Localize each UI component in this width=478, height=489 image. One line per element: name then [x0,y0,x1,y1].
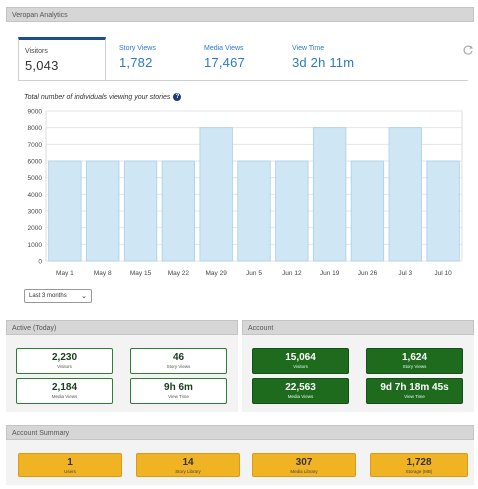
account-visitors-stat: 15,064 Visitors [252,348,349,374]
x-tick-label: Jun 12 [282,270,302,277]
tab-label: Media Views [204,45,244,52]
question-circle-icon[interactable]: ? [173,93,182,101]
stat-value: 22,563 [285,382,316,393]
bar [426,160,460,262]
tab-label: Visitors [25,48,48,55]
tab-media-views[interactable]: Media Views 17,467 [198,37,283,81]
stat-label: Story Views [402,364,427,369]
x-tick-label: Jul 10 [434,270,452,277]
tab-value: 3d 2h 11m [292,55,355,70]
active-story-views-stat: 46 Story Views [130,348,227,374]
bar [350,160,385,262]
chart-caption-text: Total number of individuals viewing your… [24,93,171,101]
x-tick-label: May 15 [130,270,152,277]
bar [275,160,309,262]
summary-story-library-stat: 14 Story Library [136,453,240,477]
active-today-panel: Active (Today) 2,230 Visitors 46 Story V… [6,320,238,412]
stat-label: View Time [404,394,425,399]
account-media-views-stat: 22,563 Media Views [252,378,349,404]
y-tick-label: 7000 [28,142,43,149]
stat-value: 2,230 [51,352,78,363]
refresh-icon[interactable] [462,43,474,55]
bar [48,160,82,262]
x-tick-label: Jun 26 [358,270,378,277]
tab-value: 5,043 [25,58,59,73]
analytics-panel: Veropan Analytics Visitors 5,043 Story V… [6,7,474,315]
date-range-value: Last 3 months [29,293,67,299]
x-tick-label: Jun 19 [320,270,340,277]
account-story-views-stat: 1,624 Story Views [366,348,463,374]
y-tick-label: 3000 [28,209,43,216]
x-tick-label: Jul 3 [398,270,412,277]
x-tick-label: May 29 [206,270,228,277]
bar [237,160,271,262]
summary-storage-stat: 1,728 Storage (MB) [370,453,468,477]
bar [312,127,347,262]
visitors-bar-chart: 0 1000 2000 3000 4000 5000 6000 7000 8000 9000 May… [28,109,463,277]
account-summary-panel: Account Summary 1 Users 14 Story Library… [6,425,474,485]
y-tick-label: 1000 [28,242,43,249]
y-tick-label: 9000 [28,109,43,116]
tab-label: View Time [292,45,325,52]
stat-label: Users [64,469,76,474]
account-view-time-stat: 9d 7h 18m 45s View Time [366,378,463,404]
tab-value: 17,467 [204,55,245,70]
stat-value: 1 [67,457,73,468]
x-tick-label: May 1 [56,270,74,277]
y-tick-label: 2000 [28,225,43,232]
chevron-down-icon: ⌄ [81,293,87,300]
x-tick-label: Jun 5 [246,270,262,277]
stat-value: 15,064 [285,352,316,363]
y-tick-label: 0 [38,259,42,266]
active-view-time-stat: 9h 6m View Time [130,378,227,404]
y-tick-label: 4000 [28,192,43,199]
stat-label: Media Views [287,394,314,399]
chart-caption: Total number of individuals viewing your… [24,93,182,101]
metric-tabs: Visitors 5,043 Story Views 1,782 Media V… [18,37,468,81]
stat-value: 1,624 [401,352,428,363]
stat-value: 14 [182,457,194,468]
stat-label: Story Library [175,469,201,474]
summary-header: Account Summary [6,425,474,440]
bar [388,127,422,262]
analytics-header: Veropan Analytics [6,7,474,22]
stat-value: 307 [295,457,313,468]
active-visitors-stat: 2,230 Visitors [16,348,113,374]
tab-story-views[interactable]: Story Views 1,782 [113,37,193,81]
stat-value: 9d 7h 18m 45s [380,382,449,393]
stat-label: Storage (MB) [405,469,433,474]
stat-value: 1,728 [406,457,432,468]
bar [199,127,233,262]
tab-value: 1,782 [119,55,153,70]
y-tick-label: 6000 [28,159,43,166]
y-tick-label: 5000 [28,175,43,182]
active-header: Active (Today) [6,320,238,335]
tab-view-time[interactable]: View Time 3d 2h 11m [286,37,396,81]
date-range-select[interactable]: Last 3 months ⌄ [24,289,92,303]
y-tick-label: 8000 [28,125,43,132]
account-panel: Account 15,064 Visitors 1,624 Story View… [242,320,474,412]
bar [123,160,158,262]
tab-label: Story Views [119,45,156,52]
x-tick-label: May 22 [168,270,190,277]
stat-label: Media Library [290,469,318,474]
summary-users-stat: 1 Users [18,453,122,477]
stat-value: 9h 6m [164,382,193,393]
summary-media-library-stat: 307 Media Library [252,453,356,477]
account-header: Account [242,320,474,335]
stat-label: Visitors [293,364,308,369]
bar [161,160,196,262]
stat-label: Media Views [51,394,78,399]
active-media-views-stat: 2,184 Media Views [16,378,113,404]
tab-visitors[interactable]: Visitors 5,043 [18,37,106,81]
bar [86,160,120,262]
tabs-divider [18,80,468,81]
stat-value: 2,184 [51,382,78,393]
x-tick-label: May 8 [94,270,112,277]
stat-label: Visitors [57,364,72,369]
stat-label: View Time [168,394,189,399]
stat-value: 46 [172,352,185,363]
stat-label: Story Views [166,364,191,369]
